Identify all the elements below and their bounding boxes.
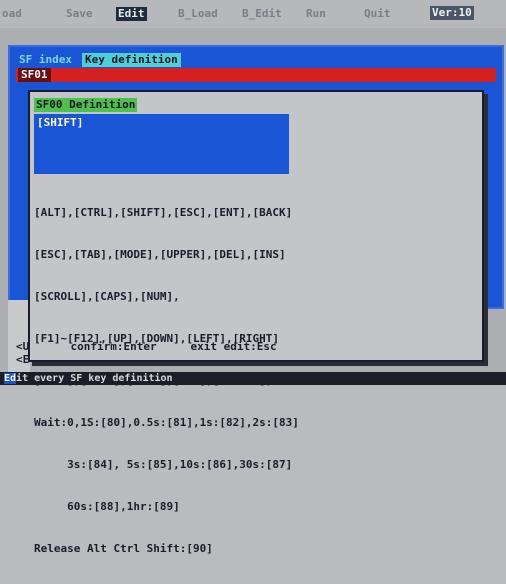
status-message: it every SF key definition (16, 373, 173, 384)
list-item: <E (16, 353, 30, 366)
status-highlight: Ed (4, 373, 17, 384)
definition-input[interactable]: [SHIFT] (34, 114, 289, 174)
key-reference-line: 3s:[84], 5s:[85],10s:[86],30s:[87] (34, 458, 293, 471)
status-text: Edit every SF key definition (4, 372, 173, 385)
menu-item-edit[interactable]: Edit (116, 7, 147, 21)
dialog-title: SF00 Definition (34, 98, 138, 112)
key-reference-line: Wait:0,1S:[80],0.5s:[81],1s:[82],2s:[83] (34, 416, 299, 429)
key-reference-line: [ESC],[TAB],[MODE],[UPPER],[DEL],[INS] (34, 248, 286, 261)
tab-key-definition[interactable]: Key definition (82, 53, 181, 67)
menu-item-load[interactable]: oad (2, 7, 22, 21)
menu-item-b-edit[interactable]: B_Edit (242, 7, 282, 21)
definition-value: [SHIFT] (37, 116, 84, 129)
menu-item-quit[interactable]: Quit (364, 7, 391, 21)
exit-hint[interactable]: exit edit:Esc (191, 340, 277, 354)
menu-item-b-load[interactable]: B_Load (178, 7, 218, 21)
key-reference-line: [ALT],[CTRL],[SHIFT],[ESC],[ENT],[BACK] (34, 206, 293, 219)
key-reference-line: Release Alt Ctrl Shift:[90] (34, 542, 213, 555)
tab-sf-index[interactable]: SF index (16, 53, 75, 67)
dialog-footer: confirm:Enter exit edit:Esc (44, 326, 277, 368)
status-bar: Edit every SF key definition (0, 372, 506, 385)
menu-bar: oad Save Edit B_Load B_Edit Run Quit Ver… (0, 0, 506, 27)
sf-row-label: SF01 (18, 68, 51, 82)
menu-item-save[interactable]: Save (66, 7, 93, 21)
version-label: Ver:10 (430, 6, 474, 20)
confirm-hint[interactable]: confirm:Enter (71, 340, 191, 354)
key-reference-line: 60s:[88],1hr:[89] (34, 500, 180, 513)
key-reference-line: [SCROLL],[CAPS],[NUM], (34, 290, 180, 303)
sf-list-row-selected[interactable]: SF01 (16, 68, 496, 82)
truncated-list-items: <U <E (16, 340, 29, 366)
menu-item-run[interactable]: Run (306, 7, 326, 21)
sf-definition-dialog: SF00 Definition [SHIFT] [ALT],[CTRL],[SH… (28, 90, 484, 555)
list-item: <U (16, 340, 30, 353)
